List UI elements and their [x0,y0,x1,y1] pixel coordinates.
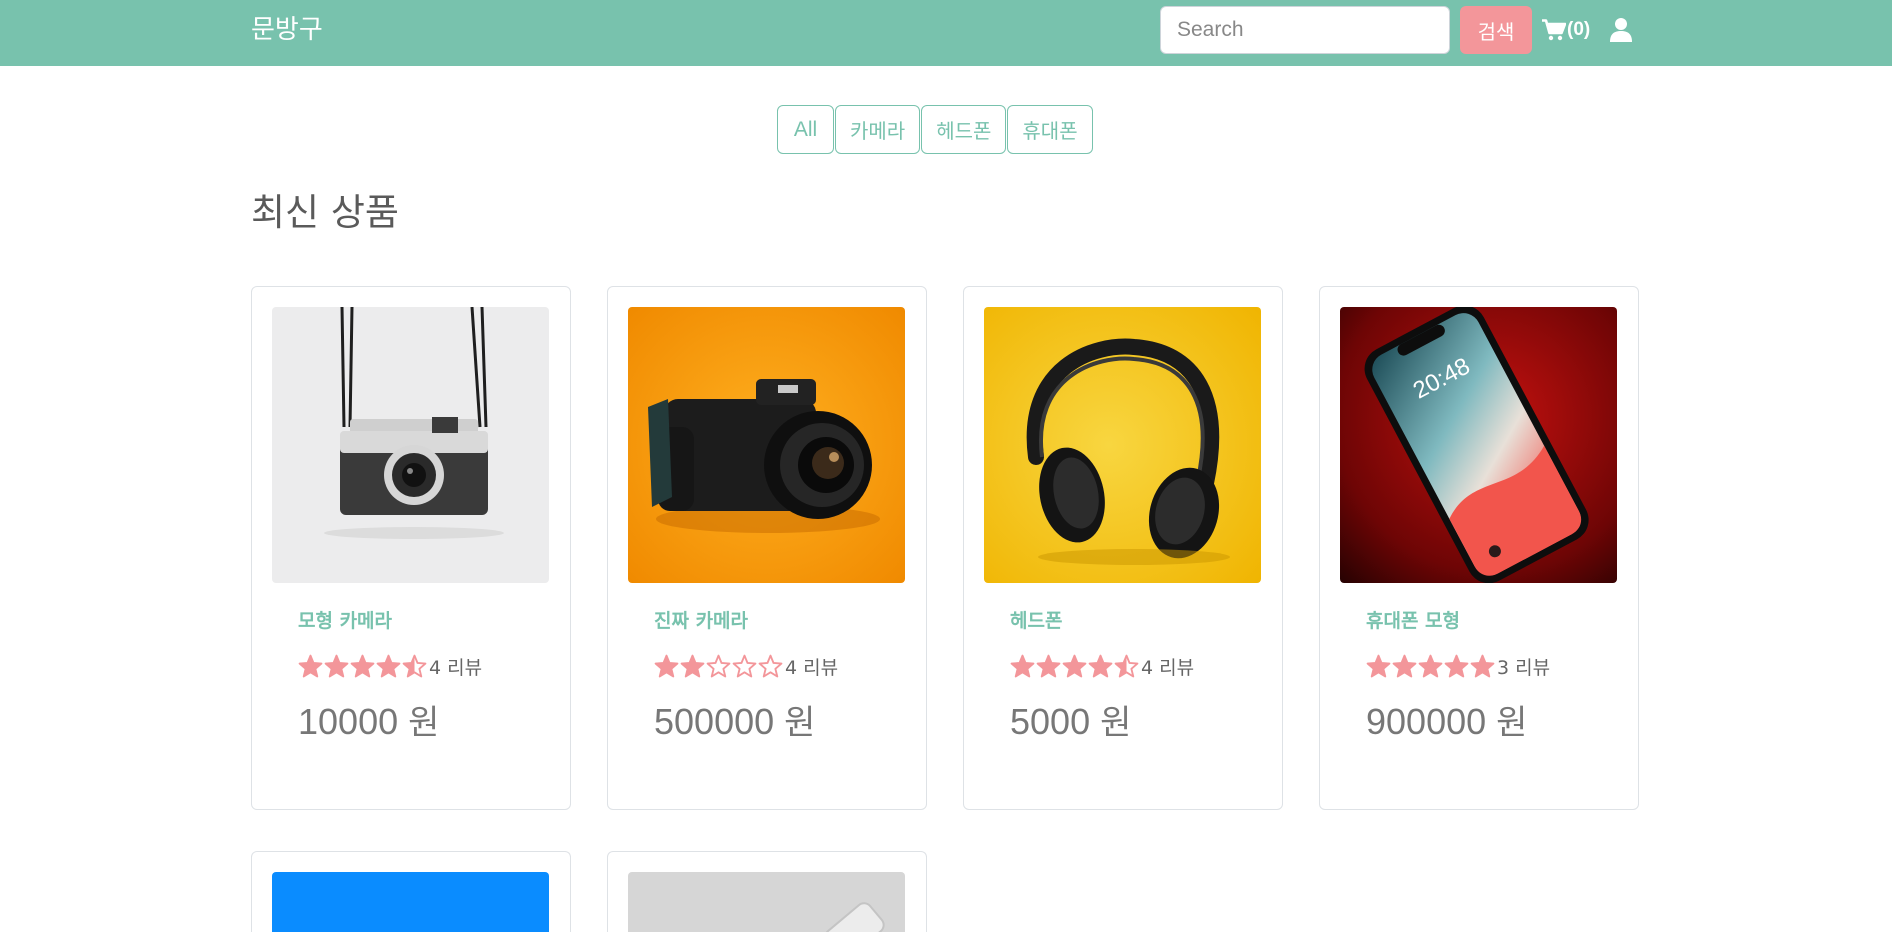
product-price: 900000 원 [1366,701,1528,743]
product-card: 20:48 휴대폰 모형 3 리뷰 900000 원 [1319,286,1639,810]
half-star-icon [1114,654,1139,677]
product-rating: 4 리뷰 [1010,653,1194,679]
empty-star-icon [758,654,783,677]
review-count: 4 리뷰 [785,656,839,679]
star-icon [1444,654,1469,677]
product-rating: 3 리뷰 [1366,653,1550,679]
product-name[interactable]: 헤드폰 [1010,609,1062,633]
cart-icon [1542,19,1566,41]
star-icon [1088,654,1113,677]
product-image-vintage-camera[interactable] [272,307,549,583]
search-button[interactable]: 검색 [1460,6,1532,54]
star-icon [680,654,705,677]
product-image-grey[interactable] [628,872,905,932]
product-rating: 4 리뷰 [298,653,482,679]
empty-star-icon [732,654,757,677]
star-icon [654,654,679,677]
filter-camera-button[interactable]: 카메라 [835,105,921,154]
half-star-icon [402,654,427,677]
section-title: 최신 상품 [251,191,399,234]
star-icon [298,654,323,677]
cart-count: (0) [1567,19,1591,40]
star-icon [350,654,375,677]
product-image-headphones[interactable] [984,307,1261,583]
product-name[interactable]: 휴대폰 모형 [1366,609,1460,633]
star-icon [376,654,401,677]
star-icon [1010,654,1035,677]
star-icon [324,654,349,677]
product-name[interactable]: 진짜 카메라 [654,609,748,633]
star-icon [1366,654,1391,677]
product-price: 500000 원 [654,701,816,743]
filter-headphone-button[interactable]: 헤드폰 [921,105,1007,154]
brand-logo[interactable]: 문방구 [251,13,323,47]
category-filters: All 카메라 헤드폰 휴대폰 [777,105,1094,154]
star-icon [1062,654,1087,677]
product-image-blue[interactable] [272,872,549,932]
product-card: 진짜 카메라 4 리뷰 500000 원 [607,286,927,810]
user-icon[interactable] [1610,17,1632,43]
product-card: 모형 카메라 4 리뷰 10000 원 [251,286,571,810]
review-count: 4 리뷰 [1141,656,1195,679]
navbar: 문방구 검색 (0) [0,0,1892,66]
cart-link[interactable]: (0) [1542,17,1590,43]
product-card [251,851,571,932]
product-price: 10000 원 [298,701,440,743]
product-card [607,851,927,932]
star-icon [1470,654,1495,677]
star-icon [1418,654,1443,677]
review-count: 3 리뷰 [1497,656,1551,679]
search-input[interactable] [1160,6,1450,54]
empty-star-icon [706,654,731,677]
star-icon [1392,654,1417,677]
product-name[interactable]: 모형 카메라 [298,609,392,633]
product-image-smartphone[interactable]: 20:48 [1340,307,1617,583]
product-price: 5000 원 [1010,701,1132,743]
product-rating: 4 리뷰 [654,653,838,679]
filter-phone-button[interactable]: 휴대폰 [1007,105,1093,154]
product-card: 헤드폰 4 리뷰 5000 원 [963,286,1283,810]
star-icon [1036,654,1061,677]
filter-all-button[interactable]: All [777,105,834,154]
review-count: 4 리뷰 [429,656,483,679]
product-image-dslr-camera[interactable] [628,307,905,583]
